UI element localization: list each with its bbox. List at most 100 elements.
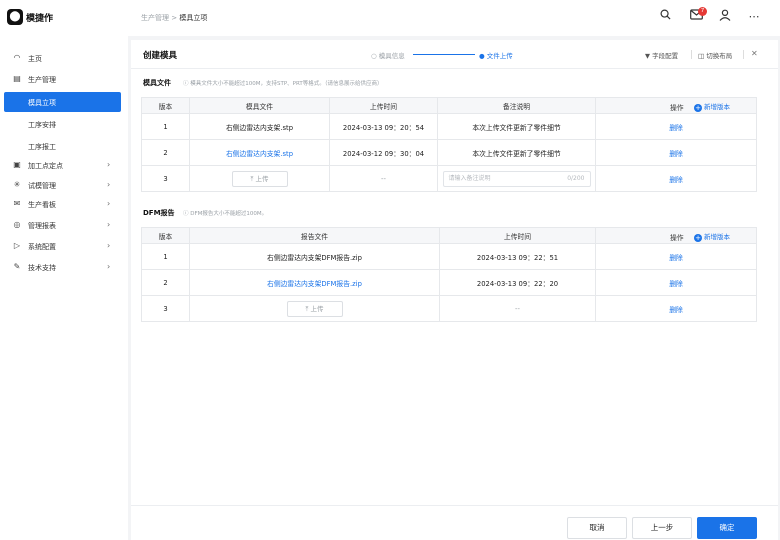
- delete-button[interactable]: 删除: [669, 176, 683, 184]
- search-icon[interactable]: [657, 9, 673, 25]
- note-input[interactable]: 请输入备注说明 0/200: [442, 170, 591, 187]
- cancel-button[interactable]: 取消: [567, 517, 627, 539]
- sidebar-item-production-board[interactable]: ✉ 生产看板 ›: [0, 194, 128, 214]
- table-row: 2 右侧边雷达内支架DFM报告.zip 2024-03-13 09：22：20 …: [141, 269, 757, 296]
- confirm-button[interactable]: 确定: [697, 517, 757, 539]
- app-logo: ⬤: [7, 9, 23, 25]
- sidebar-item-label: 加工点定点: [28, 162, 63, 170]
- notification-badge: 7: [698, 7, 707, 16]
- chevron-right-icon: ›: [107, 262, 111, 271]
- delete-button[interactable]: 删除: [669, 280, 683, 288]
- sidebar-item-system-config[interactable]: ▷ 系统配置 ›: [0, 236, 128, 256]
- mold-files-table: 版本 模具文件 上传时间 备注说明 操作 + 新增版本 1 右侧边雷达内支架.st…: [141, 97, 757, 192]
- version-cell: 1: [141, 243, 190, 270]
- sidebar: ◠ 主页 ▤ 生产管理 模具立项 工序安排 工序报工 ▣ 加工点定点 › ✳ 试…: [0, 36, 128, 540]
- breadcrumb-current: 模具立项: [179, 14, 208, 22]
- app-brand: 模捷作: [26, 14, 54, 24]
- column-header: 上传时间: [329, 97, 438, 114]
- previous-step-button[interactable]: 上一步: [632, 517, 692, 539]
- sidebar-item-label: 工序安排: [28, 121, 56, 129]
- column-header: 版本: [141, 97, 190, 114]
- location-icon: ▣: [13, 160, 21, 169]
- chevron-right-icon: ›: [107, 241, 111, 250]
- column-header: 版本: [141, 227, 190, 244]
- upload-button[interactable]: ⤒ 上传: [286, 300, 343, 317]
- add-version-button[interactable]: + 新增版本: [694, 101, 730, 112]
- page-title: 创建模具: [143, 51, 178, 61]
- column-header: 备注说明: [437, 97, 596, 114]
- switch-layout-button[interactable]: ◫ 切换布局: [698, 50, 732, 60]
- field-config-button[interactable]: ▼ 字段配置: [645, 50, 678, 60]
- layout-icon: ◫: [698, 52, 705, 60]
- delete-button[interactable]: 删除: [669, 254, 683, 262]
- board-icon: ✉: [13, 199, 21, 208]
- file-link[interactable]: 右侧边雷达内支架DFM报告.zip: [267, 280, 362, 288]
- delete-button[interactable]: 删除: [669, 150, 683, 158]
- delete-button[interactable]: 删除: [669, 306, 683, 314]
- create-mold-card: 创建模具 ○ 模具信息 ● 文件上传 ▼ 字段配置 ◫ 切换布局 ✕ 模具文件 …: [131, 40, 778, 540]
- sidebar-item-process-schedule[interactable]: 工序安排: [0, 114, 128, 134]
- version-cell: 1: [141, 113, 190, 140]
- more-icon[interactable]: ⋯: [746, 9, 762, 25]
- step-file-upload[interactable]: ● 文件上传: [479, 50, 513, 60]
- table-row: 2 右侧边雷达内支架.stp 2024-03-12 09：30：04 本次上传文…: [141, 139, 757, 166]
- delete-button[interactable]: 删除: [669, 124, 683, 132]
- step-mold-info[interactable]: ○ 模具信息: [371, 50, 405, 60]
- sidebar-item-tech-support[interactable]: ✎ 技术支持 ›: [0, 257, 128, 277]
- sidebar-item-label: 模具立项: [28, 99, 56, 107]
- sidebar-item-processing-point[interactable]: ▣ 加工点定点 ›: [0, 155, 128, 175]
- factory-icon: ▤: [13, 74, 21, 83]
- upload-time: 2024-03-13 09：22：20: [439, 269, 596, 296]
- chevron-right-icon: ›: [107, 220, 111, 229]
- chevron-right-icon: ›: [107, 199, 111, 208]
- sidebar-item-label: 主页: [28, 55, 42, 63]
- chevron-right-icon: ›: [107, 160, 111, 169]
- dfm-report-table: 版本 报告文件 上传时间 操作 + 新增版本 1 右侧边雷达内支架DFM报告.zi…: [141, 227, 757, 322]
- table-header-row: 版本 模具文件 上传时间 备注说明 操作 + 新增版本: [141, 97, 757, 114]
- table-row: 1 右侧边雷达内支架DFM报告.zip 2024-03-13 09：22：51 …: [141, 243, 757, 270]
- sidebar-item-trial-mold[interactable]: ✳ 试模管理 ›: [0, 175, 128, 195]
- sidebar-item-mold-project[interactable]: 模具立项: [4, 92, 121, 112]
- column-header: 上传时间: [439, 227, 596, 244]
- sidebar-item-label: 管理报表: [28, 222, 56, 230]
- column-header-operation: 操作 + 新增版本: [595, 227, 757, 244]
- upload-button[interactable]: ⤒ 上传: [231, 170, 288, 187]
- divider: [743, 50, 744, 59]
- breadcrumb-parent[interactable]: 生产管理: [141, 14, 169, 22]
- table-row-new: 3 ⤒ 上传 -- 请输入备注说明 0/200 删除: [141, 165, 757, 192]
- upload-icon: ⤒: [250, 174, 254, 183]
- dashboard-icon: ◠: [13, 53, 21, 62]
- upload-time: 2024-03-12 09：30：04: [329, 139, 438, 166]
- sidebar-item-label: 工序报工: [28, 143, 56, 151]
- sidebar-item-process-report[interactable]: 工序报工: [0, 136, 128, 156]
- version-cell: 3: [141, 165, 190, 192]
- file-name: 右侧边雷达内支架.stp: [189, 113, 330, 140]
- sidebar-item-label: 生产管理: [28, 76, 56, 84]
- divider: [131, 505, 778, 506]
- upload-time: --: [439, 295, 596, 322]
- divider: [131, 68, 778, 69]
- add-version-button[interactable]: + 新增版本: [694, 231, 730, 242]
- sidebar-item-reports[interactable]: ◎ 管理报表 ›: [0, 215, 128, 235]
- breadcrumb-separator: >: [171, 14, 178, 22]
- file-link[interactable]: 右侧边雷达内支架.stp: [226, 150, 293, 158]
- test-icon: ✳: [13, 180, 21, 189]
- top-bar: ⬤ 模捷作 生产管理 > 模具立项 7 ⋯: [0, 0, 780, 36]
- dfm-report-hint: ⓘ DFM报告大小不能超过100M。: [183, 211, 268, 217]
- step-connector: [413, 54, 475, 55]
- divider: [691, 50, 692, 59]
- close-icon[interactable]: ✕: [751, 49, 758, 58]
- column-header: 模具文件: [189, 97, 330, 114]
- version-cell: 3: [141, 295, 190, 322]
- char-count: 0/200: [567, 174, 585, 182]
- table-header-row: 版本 报告文件 上传时间 操作 + 新增版本: [141, 227, 757, 244]
- user-icon[interactable]: [717, 9, 733, 25]
- column-header-operation: 操作 + 新增版本: [595, 97, 757, 114]
- note-cell: 本次上传文件更新了零件细节: [437, 139, 596, 166]
- sidebar-item-label: 系统配置: [28, 243, 56, 251]
- sidebar-item-label: 技术支持: [28, 264, 56, 272]
- sidebar-item-production[interactable]: ▤ 生产管理: [0, 69, 128, 89]
- mold-files-title: 模具文件: [143, 79, 171, 87]
- upload-icon: ⤒: [305, 304, 309, 313]
- sidebar-item-home[interactable]: ◠ 主页: [0, 48, 128, 68]
